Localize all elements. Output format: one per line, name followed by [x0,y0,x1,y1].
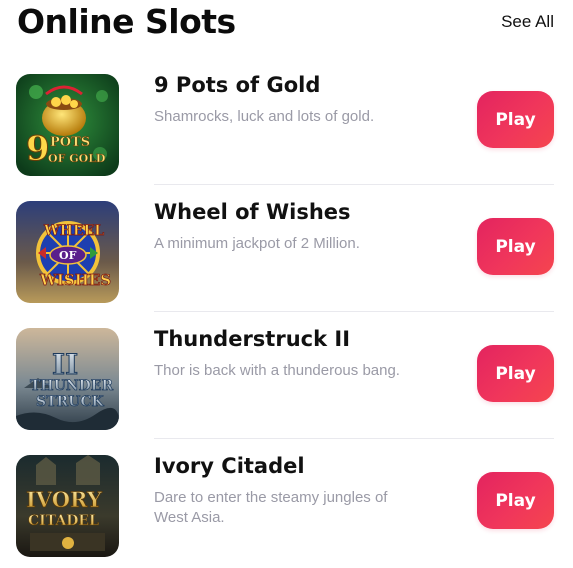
game-description: A minimum jackpot of 2 Million. [154,235,360,252]
play-button[interactable]: Play [477,472,554,529]
wheel-of-wishes-logo-icon: WHEEL OF WISHES [16,201,119,303]
svg-text:II: II [52,348,78,381]
svg-text:9: 9 [26,129,50,169]
svg-text:OF: OF [59,249,77,262]
svg-text:WHEEL: WHEEL [43,223,104,239]
game-title: Wheel of Wishes [154,200,351,224]
section-title: Online Slots [17,2,236,41]
list-item: IVORY CITADEL Ivory Citadel Dare to ente… [0,439,573,566]
play-button[interactable]: Play [477,345,554,402]
svg-text:IVORY: IVORY [26,487,103,512]
game-title: Ivory Citadel [154,454,305,478]
play-button[interactable]: Play [477,218,554,275]
game-list: 9 POTS OF GOLD 9 Pots of Gold Shamrocks,… [0,58,573,566]
section-header: Online Slots See All [0,0,573,60]
game-description: Dare to enter the steamy jungles of West… [154,489,388,526]
game-thumbnail-9-pots-of-gold[interactable]: 9 POTS OF GOLD [16,74,119,176]
svg-text:THUNDER: THUNDER [30,378,113,394]
ivory-citadel-logo-icon: IVORY CITADEL [16,455,119,557]
svg-text:STRUCK: STRUCK [36,394,105,410]
svg-text:POTS: POTS [50,135,90,150]
list-item: WHEEL OF WISHES Wheel of Wishes A minimu… [0,185,573,312]
list-item: II THUNDER STRUCK Thunderstruck II Thor … [0,312,573,439]
play-button[interactable]: Play [477,91,554,148]
see-all-link[interactable]: See All [501,12,554,32]
game-thumbnail-thunderstruck-ii[interactable]: II THUNDER STRUCK [16,328,119,430]
svg-text:OF GOLD: OF GOLD [48,152,106,165]
nine-pots-of-gold-logo-icon: 9 POTS OF GOLD [16,74,119,176]
game-title: 9 Pots of Gold [154,73,321,97]
game-thumbnail-ivory-citadel[interactable]: IVORY CITADEL [16,455,119,557]
game-description: Thor is back with a thunderous bang. [154,362,400,379]
thunderstruck-ii-logo-icon: II THUNDER STRUCK [16,328,119,430]
svg-text:WISHES: WISHES [39,271,111,289]
game-description: Shamrocks, luck and lots of gold. [154,108,375,125]
svg-text:CITADEL: CITADEL [28,513,99,529]
list-item: 9 POTS OF GOLD 9 Pots of Gold Shamrocks,… [0,58,573,185]
game-title: Thunderstruck II [154,327,351,351]
game-thumbnail-wheel-of-wishes[interactable]: WHEEL OF WISHES [16,201,119,303]
